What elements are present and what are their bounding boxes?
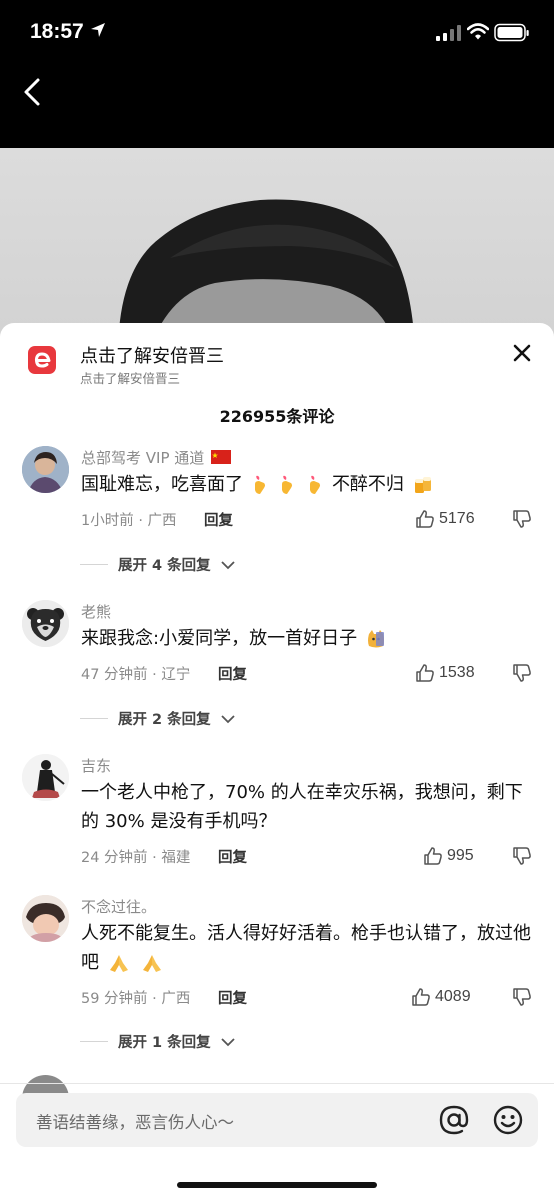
- wifi-icon: [467, 23, 489, 40]
- comment-meta: 24 分钟前 · 福建: [81, 850, 191, 866]
- dislike-button[interactable]: [512, 846, 532, 866]
- like-button[interactable]: 5176: [415, 508, 475, 530]
- comment-text: 人死不能复生。活人得好好活着。枪手也认错了，放过他吧: [81, 919, 533, 977]
- status-bar: 18:57: [0, 0, 554, 66]
- finger-heart-emoji-icon: [252, 475, 268, 495]
- dislike-button[interactable]: [512, 509, 532, 529]
- praying-hands-emoji-icon: [108, 953, 130, 973]
- battery-icon: [494, 23, 529, 42]
- chevron-down-icon: [221, 560, 235, 569]
- like-count: 4089: [435, 988, 471, 1005]
- like-count: 1538: [439, 664, 475, 681]
- comment-meta: 59 分钟前 · 广西: [81, 991, 191, 1007]
- comment-username[interactable]: 不念过往。: [81, 896, 156, 917]
- like-count: 995: [447, 847, 474, 864]
- comment-meta: 47 分钟前 · 辽宁: [81, 667, 191, 683]
- signal-icon: [436, 25, 461, 41]
- emoji-button[interactable]: [490, 1102, 526, 1138]
- chevron-down-icon: [221, 1037, 235, 1046]
- divider-line: [80, 718, 108, 719]
- mention-button[interactable]: [436, 1102, 472, 1138]
- like-button[interactable]: 4089: [411, 986, 471, 1008]
- home-indicator: [177, 1182, 377, 1188]
- comment-sheet: 点击了解安倍晋三 点击了解安倍晋三 226955条评论 总部驾考 VIP 通道 …: [0, 323, 554, 1200]
- comment-text: 一个老人中枪了，70% 的人在幸灾乐祸，我想问，剩下的 30% 是没有手机吗？: [81, 782, 523, 832]
- thumbs-up-icon: [412, 988, 430, 1006]
- comment-item: 总部驾考 VIP 通道 国耻难忘，吃喜面了 不醉不归 1小时前 · 广西 回复 …: [0, 439, 554, 574]
- comment-item: 老熊 来跟我念:小爱同学，放一首好日子 47 分钟前 · 辽宁 回复 1538 …: [0, 593, 554, 728]
- expand-label: 展开 1 条回复: [118, 1035, 211, 1051]
- avatar[interactable]: [22, 754, 69, 801]
- reply-button[interactable]: 回复: [218, 663, 247, 684]
- comment-username[interactable]: 老熊: [81, 601, 111, 622]
- dislike-button[interactable]: [512, 663, 532, 683]
- china-flag-icon: [211, 450, 232, 464]
- status-time: 18:57: [30, 20, 84, 43]
- divider-line: [80, 1041, 108, 1042]
- input-divider: [0, 1083, 554, 1084]
- username-text: 总部驾考 VIP 通道: [81, 449, 205, 467]
- comment-text: 国耻难忘，吃喜面了 不醉不归: [81, 470, 533, 499]
- back-button[interactable]: [18, 74, 48, 110]
- finger-heart-emoji-icon: [307, 475, 323, 495]
- comment-input-placeholder: 善语结善缘，恶言伤人心～: [36, 1113, 234, 1132]
- comment-username[interactable]: 吉东: [81, 755, 111, 776]
- thumbs-up-icon: [416, 510, 434, 528]
- reply-button[interactable]: 回复: [218, 987, 247, 1008]
- avatar[interactable]: [22, 895, 69, 942]
- expand-label: 展开 2 条回复: [118, 712, 211, 728]
- brand-logo-icon: [28, 346, 56, 374]
- dislike-button[interactable]: [512, 987, 532, 1007]
- reply-button[interactable]: 回复: [204, 509, 233, 530]
- video-image: [118, 199, 415, 348]
- expand-replies-button[interactable]: 展开 1 条回复: [80, 1031, 235, 1052]
- expand-label: 展开 4 条回复: [118, 558, 211, 574]
- praying-hands-emoji-icon: [141, 953, 163, 973]
- like-count: 5176: [439, 510, 475, 527]
- chevron-down-icon: [221, 714, 235, 723]
- close-button[interactable]: [510, 341, 534, 365]
- expand-replies-button[interactable]: 展开 4 条回复: [80, 554, 235, 575]
- beer-emoji-icon: [413, 475, 433, 495]
- comment-item: 吉东 一个老人中枪了，70% 的人在幸灾乐祸，我想问，剩下的 30% 是没有手机…: [0, 747, 554, 877]
- comment-username[interactable]: 总部驾考 VIP 通道: [81, 447, 232, 468]
- comment-text: 来跟我念:小爱同学，放一首好日子: [81, 624, 533, 653]
- comment-text-part: 不醉不归: [331, 474, 404, 495]
- comment-count: 226955条评论: [219, 407, 335, 426]
- top-nav: [0, 66, 554, 148]
- comment-text-part: 来跟我念:小爱同学，放一首好日子: [81, 628, 358, 649]
- finger-heart-emoji-icon: [279, 475, 295, 495]
- sheet-title[interactable]: 点击了解安倍晋三: [80, 342, 224, 368]
- comment-meta: 1小时前 · 广西: [81, 513, 177, 529]
- comment-item: 不念过往。 人死不能复生。活人得好好活着。枪手也认错了，放过他吧 59 分钟前 …: [0, 888, 554, 1058]
- comment-text-part: 国耻难忘，吃喜面了: [81, 474, 243, 495]
- reply-button[interactable]: 回复: [218, 846, 247, 867]
- thumbs-up-icon: [424, 847, 442, 865]
- cat-emoji-icon: [366, 629, 386, 649]
- thumbs-up-icon: [416, 664, 434, 682]
- like-button[interactable]: 995: [423, 845, 474, 867]
- video-preview[interactable]: [0, 148, 554, 348]
- like-button[interactable]: 1538: [415, 662, 475, 684]
- avatar[interactable]: [22, 600, 69, 647]
- comment-input[interactable]: 善语结善缘，恶言伤人心～: [16, 1093, 538, 1147]
- location-arrow-icon: [91, 23, 105, 37]
- avatar[interactable]: [22, 446, 69, 493]
- divider-line: [80, 564, 108, 565]
- sheet-subtitle: 点击了解安倍晋三: [80, 371, 181, 386]
- expand-replies-button[interactable]: 展开 2 条回复: [80, 708, 235, 729]
